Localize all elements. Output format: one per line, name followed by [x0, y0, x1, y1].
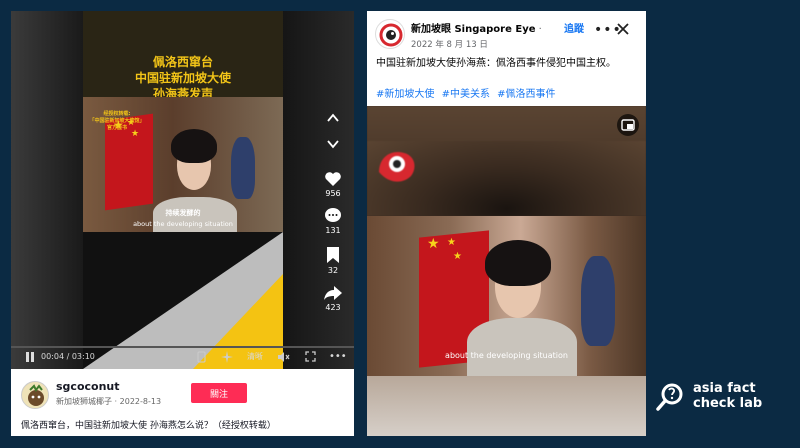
post-video[interactable]: ★ ★ ★ about the developing situation: [367, 106, 646, 436]
hashtag-row: #新加坡大使 #中美关系 #佩洛西事件: [376, 85, 560, 100]
video-blur-top: [367, 106, 646, 216]
post-text: 中国驻新加坡大使孙海燕：佩洛西事件侵犯中国主权。: [376, 58, 616, 69]
volume-button[interactable]: [277, 351, 290, 367]
watermark: asia fact check lab: [655, 380, 785, 414]
video-info: sgcoconut 新加坡狮城椰子 · 2022-8-13 關注 佩洛西窜台，中…: [11, 369, 354, 436]
video-blur-left: [11, 11, 83, 369]
picture-in-picture-icon: [621, 119, 635, 131]
pause-button[interactable]: [25, 351, 35, 367]
follow-page-button[interactable]: 追蹤: [564, 20, 584, 35]
person-hair: [171, 129, 217, 163]
comment-icon: [325, 208, 341, 222]
more-dots-icon: •••: [329, 351, 347, 362]
graphic-yellow-triangle: [193, 274, 283, 369]
close-icon: [617, 23, 629, 35]
video-caption: 佩洛西窜台，中国驻新加坡大使 孙海燕怎么说？（经授权转载）: [21, 421, 276, 431]
comment-button[interactable]: 131: [317, 207, 349, 235]
ambassador-still: ★ ★ ★ 经授权转载: 「中国驻新加坡大使馆」 官方脸书 持续发酵的 abou…: [83, 97, 283, 232]
chevron-up-icon: [327, 113, 339, 122]
comment-count: 131: [325, 226, 341, 235]
next-video-button[interactable]: [317, 139, 349, 149]
sparkle-icon: [221, 351, 233, 363]
pause-icon: [26, 352, 34, 362]
follow-button[interactable]: 關注: [191, 383, 247, 403]
chevron-down-icon: [327, 140, 339, 149]
watermark-line-2: check lab: [693, 396, 763, 411]
hashtag-link[interactable]: #佩洛西事件: [497, 89, 555, 100]
ambassador-frame: ★ ★ ★ about the developing situation: [367, 216, 646, 376]
avatar[interactable]: [21, 381, 49, 409]
headline-line-1: 佩洛西窜台: [152, 55, 213, 69]
coconut-avatar-icon: [22, 382, 48, 408]
person-suit: [467, 318, 577, 376]
watermark-line-1: asia fact: [693, 381, 756, 396]
phone-icon: [197, 351, 206, 363]
prev-video-button[interactable]: [317, 113, 349, 123]
page-name-row: 新加坡眼 Singapore Eye ·: [411, 20, 542, 35]
bookmark-icon: [327, 247, 339, 263]
video-subtitle: about the developing situation: [445, 351, 568, 360]
fullscreen-button[interactable]: [305, 351, 316, 366]
pip-button[interactable]: [617, 114, 639, 136]
vase-image: [581, 256, 615, 346]
mute-icon: [278, 352, 290, 362]
eye-logo-icon: [379, 23, 403, 47]
magnifier-logo-icon: [656, 383, 683, 411]
like-button[interactable]: 956: [317, 171, 349, 198]
fullscreen-icon: [305, 351, 316, 362]
video-player[interactable]: 佩洛西窜台 中国驻新加坡大使 孙海燕发声 ★ ★ ★ 经授权转载: 「中国驻新加…: [11, 11, 354, 369]
watermark-text: asia fact check lab: [693, 381, 762, 411]
speed-button[interactable]: [221, 351, 233, 367]
subtitle-cn: 持续发酵的: [165, 209, 201, 217]
share-icon: [324, 286, 342, 300]
more-options-button[interactable]: •••: [329, 351, 347, 363]
progress-track[interactable]: [11, 346, 354, 348]
quality-button[interactable]: 清晰: [247, 351, 263, 363]
save-button[interactable]: 32: [317, 246, 349, 275]
hashtag-link[interactable]: #新加坡大使: [376, 89, 434, 100]
share-count: 423: [325, 303, 341, 312]
short-video-panel: 佩洛西窜台 中国驻新加坡大使 孙海燕发声 ★ ★ ★ 经授权转载: 「中国驻新加…: [11, 11, 354, 436]
video-blur-bottom: [367, 376, 646, 436]
headline-line-2: 中国驻新加坡大使: [134, 71, 231, 85]
page-avatar[interactable]: [375, 19, 405, 49]
phone-button[interactable]: [197, 351, 206, 367]
name-separator: ·: [535, 24, 542, 35]
repost-badge: 经授权转载: 「中国驻新加坡大使馆」 官方脸书: [89, 111, 145, 131]
vase-image: [231, 137, 255, 199]
page-name[interactable]: 新加坡眼 Singapore Eye: [411, 24, 536, 35]
save-count: 32: [327, 266, 339, 275]
post-date: 2022-8-13: [119, 397, 162, 406]
close-button[interactable]: [617, 23, 629, 38]
username[interactable]: sgcoconut: [56, 380, 120, 393]
social-post: 新加坡眼 Singapore Eye · 追蹤 2022 年 8 月 13 日 …: [367, 11, 646, 436]
hashtag-link[interactable]: #中美关系: [442, 89, 490, 100]
share-button[interactable]: 423: [317, 285, 349, 312]
time-display: 00:04 / 03:10: [41, 352, 95, 361]
author-meta: 新加坡狮城椰子 · 2022-8-13: [56, 396, 161, 407]
subtitle-en: about the developing situation: [133, 220, 233, 228]
post-date[interactable]: 2022 年 8 月 13 日: [411, 38, 488, 50]
display-name: 新加坡狮城椰子: [56, 397, 112, 406]
channel-logo-icon: [379, 152, 415, 182]
video-frame: 佩洛西窜台 中国驻新加坡大使 孙海燕发声 ★ ★ ★ 经授权转载: 「中国驻新加…: [83, 11, 283, 369]
like-count: 956: [325, 189, 341, 198]
heart-icon: [325, 172, 341, 186]
person-hair: [485, 240, 551, 286]
